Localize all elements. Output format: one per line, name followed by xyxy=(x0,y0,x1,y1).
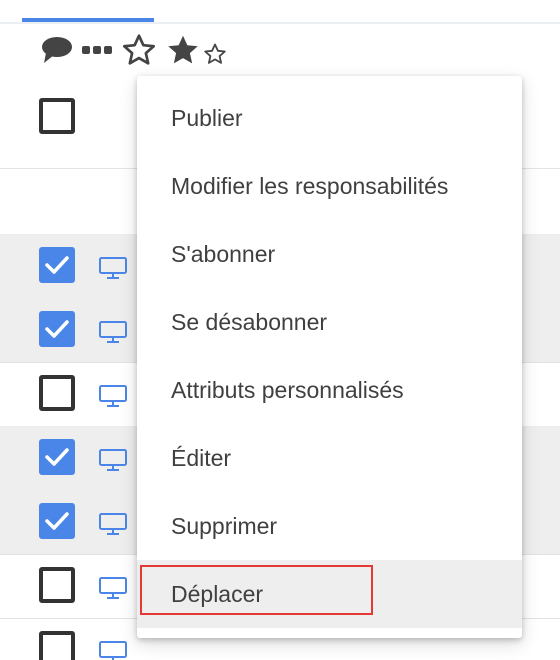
row-checkbox[interactable] xyxy=(39,247,75,283)
menu-item-supprimer[interactable]: Supprimer xyxy=(137,492,522,560)
monitor-icon xyxy=(98,448,128,477)
monitor-icon xyxy=(98,320,128,349)
monitor-icon xyxy=(98,256,128,285)
menu-item-label: Modifier les responsabilités xyxy=(171,172,449,199)
comment-icon[interactable] xyxy=(40,35,74,65)
select-all-checkbox[interactable] xyxy=(39,98,75,134)
menu-item-label: Déplacer xyxy=(171,580,264,607)
menu-item-label: Supprimer xyxy=(171,512,278,539)
menu-item-label: Attributs personnalisés xyxy=(171,376,404,403)
row-checkbox[interactable] xyxy=(39,503,75,539)
menu-item-label: Éditer xyxy=(171,444,232,471)
menu-item-label: Publier xyxy=(171,104,243,131)
menu-item-label: Se désabonner xyxy=(171,308,328,335)
menu-item-modifier-responsabilites[interactable]: Modifier les responsabilités xyxy=(137,152,522,220)
monitor-icon xyxy=(98,640,128,660)
star-filled-icon[interactable] xyxy=(164,32,202,68)
page: Publier Modifier les responsabilités S'a… xyxy=(0,0,560,660)
menu-item-editer[interactable]: Éditer xyxy=(137,424,522,492)
star-outline-icon[interactable] xyxy=(120,32,158,68)
row-star-icon[interactable] xyxy=(202,42,228,71)
active-tab-indicator xyxy=(22,18,154,22)
menu-item-abonner[interactable]: S'abonner xyxy=(137,220,522,288)
item-toolbar xyxy=(40,32,202,68)
menu-item-deplacer[interactable]: Déplacer xyxy=(137,560,522,628)
row-checkbox[interactable] xyxy=(39,439,75,475)
row-checkbox[interactable] xyxy=(39,375,75,411)
monitor-icon xyxy=(98,512,128,541)
tab-strip xyxy=(0,0,560,24)
row-checkbox[interactable] xyxy=(39,311,75,347)
monitor-icon xyxy=(98,384,128,413)
row-checkbox[interactable] xyxy=(39,631,75,660)
more-icon[interactable] xyxy=(80,43,114,57)
menu-item-attributs-personnalises[interactable]: Attributs personnalisés xyxy=(137,356,522,424)
monitor-icon xyxy=(98,576,128,605)
row-checkbox[interactable] xyxy=(39,567,75,603)
menu-item-desabonner[interactable]: Se désabonner xyxy=(137,288,522,356)
context-menu: Publier Modifier les responsabilités S'a… xyxy=(137,76,522,638)
menu-item-publier[interactable]: Publier xyxy=(137,84,522,152)
menu-item-label: S'abonner xyxy=(171,240,276,267)
